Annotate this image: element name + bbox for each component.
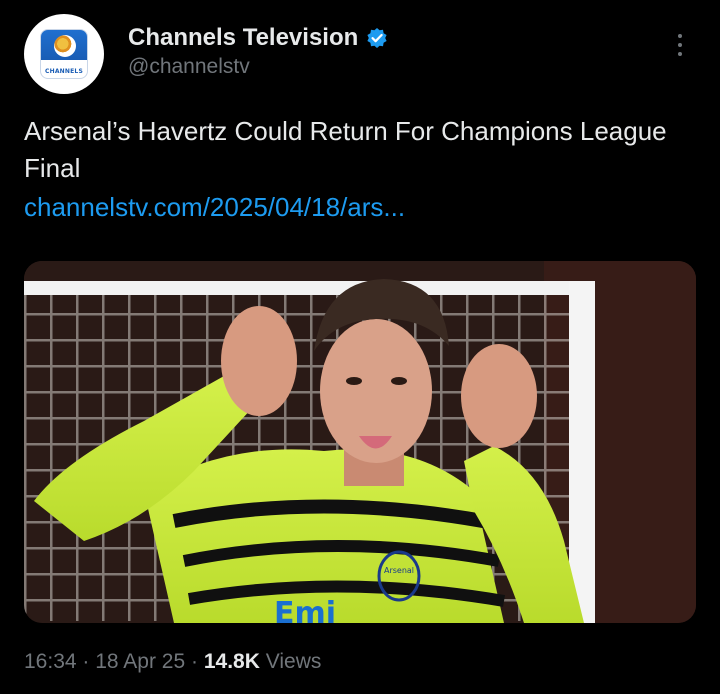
more-vertical-icon [678,34,682,38]
jersey-crest-text: Arsenal [384,566,414,575]
meta-separator: · [82,650,90,673]
meta-separator: · [191,650,198,673]
tweet-text: Arsenal’s Havertz Could Return For Champ… [24,116,667,183]
avatar-logo-text: CHANNELS [45,68,83,75]
views-label: Views [265,650,322,673]
more-options-button[interactable] [670,30,690,60]
tweet-meta: 16:34 · 18 Apr 25 · 14.8K Views [24,650,321,674]
author-name-row: Channels Television [128,24,388,52]
tweet-link[interactable]: channelstv.com/2025/04/18/ars... [24,189,405,226]
verified-badge-icon [367,28,387,48]
tweet-card[interactable]: CHANNELS Channels Television @channelstv… [0,0,720,694]
tweet-time[interactable]: 16:34 [24,650,77,673]
tweet-media-image[interactable]: Arsenal Emi [24,261,696,623]
author-display-name[interactable]: Channels Television [128,24,358,52]
player-photo: Arsenal Emi [24,261,696,623]
avatar[interactable]: CHANNELS [24,14,104,94]
tweet-date[interactable]: 18 Apr 25 [95,650,185,673]
author-handle[interactable]: @channelstv [128,55,250,79]
views-count[interactable]: 14.8K [204,650,260,673]
jersey-sponsor-text: Emi [274,596,336,623]
channels-logo-icon: CHANNELS [40,29,88,79]
